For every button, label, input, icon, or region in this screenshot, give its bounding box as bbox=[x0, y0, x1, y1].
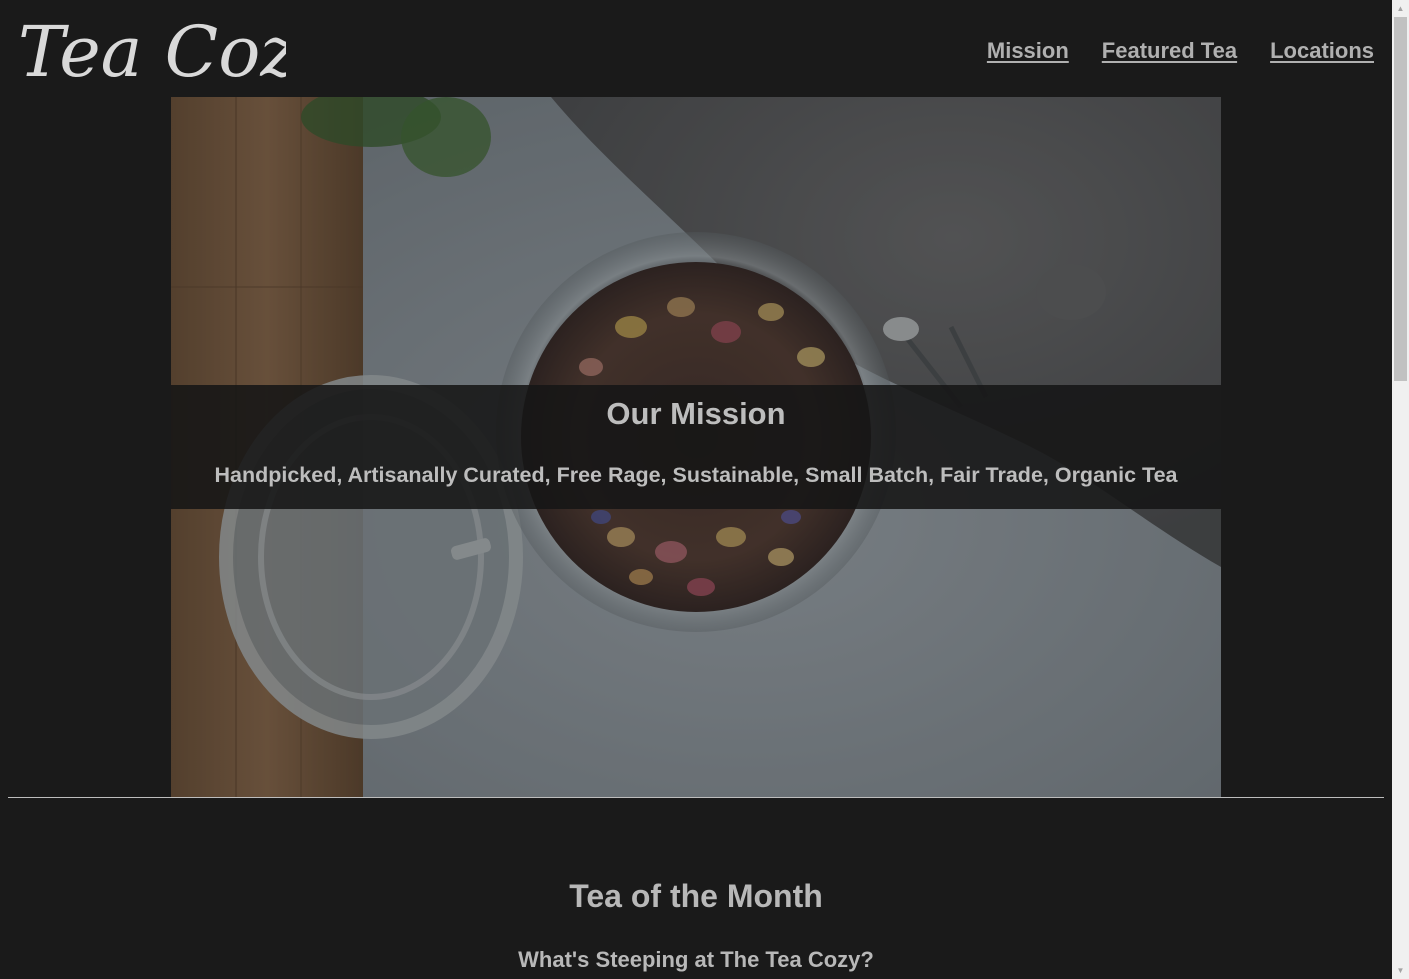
chevron-up-icon[interactable]: ▲ bbox=[1392, 0, 1409, 17]
nav-link-mission[interactable]: Mission bbox=[987, 38, 1069, 64]
mission-text: Handpicked, Artisanally Curated, Free Ra… bbox=[214, 463, 1178, 487]
scrollbar-thumb[interactable] bbox=[1394, 17, 1407, 381]
tea-of-month-heading: Tea of the Month bbox=[569, 878, 823, 914]
mission-heading: Our Mission bbox=[606, 396, 786, 431]
hero-section: Our Mission Handpicked, Artisanally Cura… bbox=[171, 97, 1221, 797]
section-divider bbox=[8, 797, 1384, 798]
mission-banner: Our Mission Handpicked, Artisanally Cura… bbox=[171, 385, 1221, 509]
chevron-down-icon[interactable]: ▼ bbox=[1392, 962, 1409, 979]
page: Tea Cozy Mission Featured Tea Locations bbox=[0, 0, 1392, 979]
nav-link-featured-tea[interactable]: Featured Tea bbox=[1102, 38, 1237, 64]
tea-of-month-subheading: What's Steeping at The Tea Cozy? bbox=[518, 947, 874, 972]
vertical-scrollbar[interactable]: ▲ ▼ bbox=[1392, 0, 1409, 979]
tea-cozy-logo[interactable]: Tea Cozy bbox=[16, 2, 286, 96]
nav-link-locations[interactable]: Locations bbox=[1270, 38, 1374, 64]
main-nav: Mission Featured Tea Locations bbox=[987, 38, 1374, 64]
logo-text: Tea Cozy bbox=[18, 11, 286, 93]
site-header: Tea Cozy Mission Featured Tea Locations bbox=[0, 0, 1392, 97]
